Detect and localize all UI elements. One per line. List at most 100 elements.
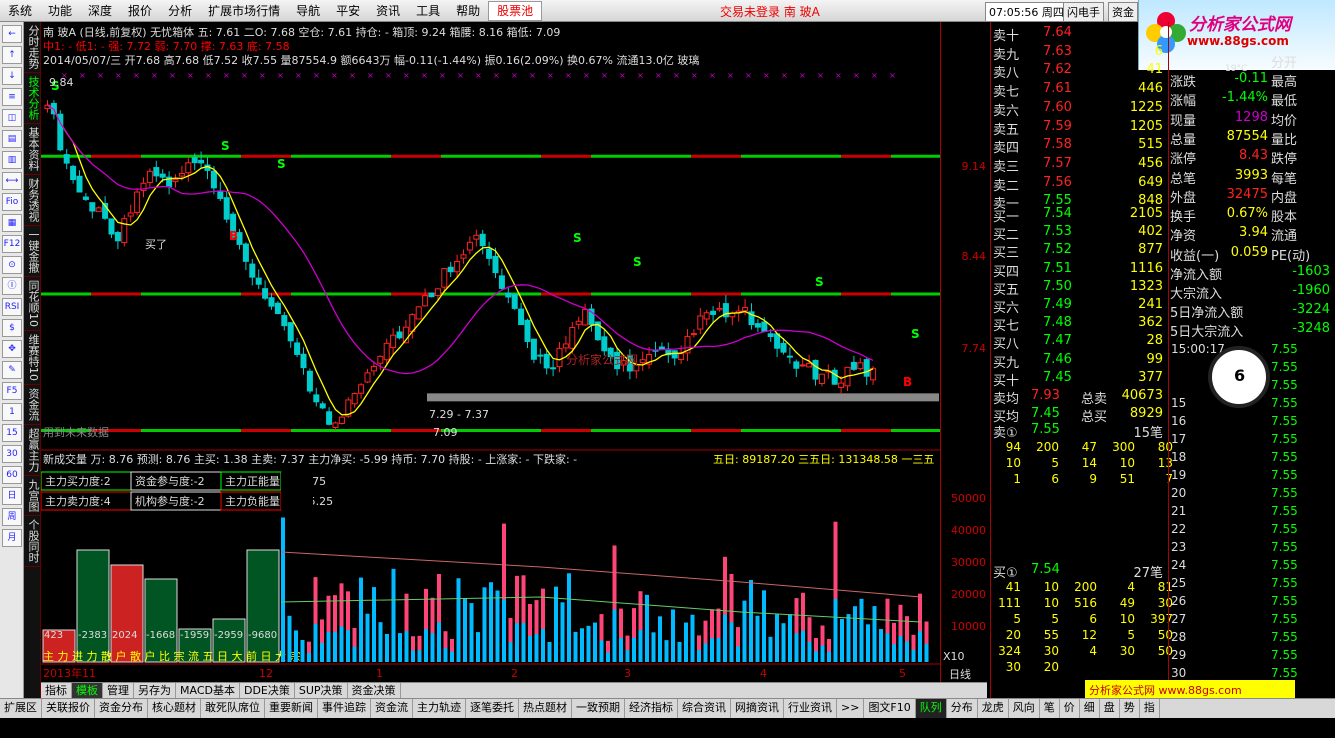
toolbar-icon-0[interactable]: ← xyxy=(2,25,22,43)
fund-button[interactable]: 资金 xyxy=(1108,2,1138,22)
bottom-tab-26[interactable]: 势 xyxy=(1120,699,1140,718)
bottom-tab-17[interactable]: 图文F10 xyxy=(864,699,916,718)
toolbar-icon-4[interactable]: ◫ xyxy=(2,109,22,127)
indicator-tab-1[interactable]: 模板 xyxy=(72,683,103,698)
toolbar-icon-2[interactable]: ↓ xyxy=(2,67,22,85)
toolbar-icon-11[interactable]: ⊙ xyxy=(2,256,22,274)
menu-item-4[interactable]: 分析 xyxy=(160,0,200,22)
menu-item-1[interactable]: 功能 xyxy=(40,0,80,22)
bottom-tab-3[interactable]: 核心题材 xyxy=(148,699,201,718)
side-tab-1[interactable]: 技术分析 xyxy=(24,73,41,124)
bottom-tab-27[interactable]: 指 xyxy=(1140,699,1160,718)
book-row[interactable]: 买五 7.50 1323 xyxy=(991,279,1167,298)
indicator-tab-0[interactable]: 指标 xyxy=(41,683,72,698)
bottom-tab-22[interactable]: 笔 xyxy=(1040,699,1060,718)
bottom-tab-19[interactable]: 分布 xyxy=(947,699,978,718)
menu-item-6[interactable]: 导航 xyxy=(288,0,328,22)
menu-item-9[interactable]: 工具 xyxy=(408,0,448,22)
bottom-tab-0[interactable]: 扩展区 xyxy=(0,699,42,718)
book-row[interactable]: 买三 7.52 877 xyxy=(991,242,1167,261)
toolbar-icon-7[interactable]: ⟷ xyxy=(2,172,22,190)
side-tab-2[interactable]: 基本资料 xyxy=(24,124,41,175)
bottom-tab-13[interactable]: 综合资讯 xyxy=(678,699,731,718)
menu-item-10[interactable]: 帮助 xyxy=(448,0,488,22)
book-row[interactable]: 卖八 7.62 41 xyxy=(991,62,1167,81)
bottom-tab-2[interactable]: 资金分布 xyxy=(95,699,148,718)
book-row[interactable]: 买四 7.51 1116 xyxy=(991,261,1167,280)
toolbar-icon-5[interactable]: ▤ xyxy=(2,130,22,148)
menu-item-2[interactable]: 深度 xyxy=(80,0,120,22)
indicator-tab-3[interactable]: 另存为 xyxy=(134,683,176,698)
side-tab-8[interactable]: 超赢主力 xyxy=(24,425,41,476)
bottom-tab-25[interactable]: 盘 xyxy=(1100,699,1120,718)
side-tab-3[interactable]: 财务透视 xyxy=(24,175,41,226)
menu-item-7[interactable]: 平安 xyxy=(328,0,368,22)
toolbar-icon-22[interactable]: 日 xyxy=(2,487,22,505)
book-row[interactable]: 买七 7.48 362 xyxy=(991,315,1167,334)
toolbar-icon-20[interactable]: 30 xyxy=(2,445,22,463)
bottom-tab-20[interactable]: 龙虎 xyxy=(978,699,1009,718)
book-row[interactable]: 买十 7.45 377 xyxy=(991,370,1167,389)
book-row[interactable]: 买一 7.54 2105 xyxy=(991,206,1167,225)
toolbar-icon-16[interactable]: ✎ xyxy=(2,361,22,379)
book-row[interactable]: 卖十 7.64 xyxy=(991,25,1167,44)
menu-item-8[interactable]: 资讯 xyxy=(368,0,408,22)
side-tab-4[interactable]: 一键金撤 xyxy=(24,226,41,277)
book-row[interactable]: 卖二 7.56 649 xyxy=(991,175,1167,194)
toolbar-icon-13[interactable]: RSI xyxy=(2,298,22,316)
book-row[interactable]: 买九 7.46 99 xyxy=(991,352,1167,371)
bottom-tab-9[interactable]: 逐笔委托 xyxy=(466,699,519,718)
indicator-tab-7[interactable]: 资金决策 xyxy=(348,683,401,698)
side-tab-6[interactable]: 维赛特10 xyxy=(24,331,41,385)
toolbar-icon-1[interactable]: ↑ xyxy=(2,46,22,64)
menu-stock-pool[interactable]: 股票池 xyxy=(488,0,543,21)
bottom-tab-18[interactable]: 队列 xyxy=(915,699,947,718)
bottom-tab-7[interactable]: 资金流 xyxy=(371,699,413,718)
book-row[interactable]: 买八 7.47 28 xyxy=(991,333,1167,352)
toolbar-icon-15[interactable]: ✥ xyxy=(2,340,22,358)
menu-item-3[interactable]: 报价 xyxy=(120,0,160,22)
flash-trade-button[interactable]: 闪电手 xyxy=(1063,2,1104,22)
toolbar-icon-17[interactable]: F5 xyxy=(2,382,22,400)
bottom-tab-6[interactable]: 事件追踪 xyxy=(318,699,371,718)
bottom-tab-4[interactable]: 敢死队席位 xyxy=(201,699,265,718)
book-row[interactable]: 卖九 7.63 6 xyxy=(991,44,1167,63)
toolbar-icon-23[interactable]: 周 xyxy=(2,508,22,526)
bottom-tab-15[interactable]: 行业资讯 xyxy=(784,699,837,718)
book-row[interactable]: 买六 7.49 241 xyxy=(991,297,1167,316)
bottom-tab-1[interactable]: 关联报价 xyxy=(42,699,95,718)
toolbar-icon-18[interactable]: 1 xyxy=(2,403,22,421)
book-row[interactable]: 卖四 7.58 515 xyxy=(991,137,1167,156)
toolbar-icon-8[interactable]: Fio xyxy=(2,193,22,211)
bottom-tab-24[interactable]: 细 xyxy=(1080,699,1100,718)
bottom-tab-12[interactable]: 经济指标 xyxy=(625,699,678,718)
menu-item-5[interactable]: 扩展市场行情 xyxy=(200,0,288,22)
toolbar-icon-9[interactable]: ▦ xyxy=(2,214,22,232)
toolbar-icon-3[interactable]: ≡ xyxy=(2,88,22,106)
side-tab-7[interactable]: 资金流 xyxy=(24,385,41,425)
book-row[interactable]: 卖六 7.60 1225 xyxy=(991,100,1167,119)
side-tab-0[interactable]: 分时走势 xyxy=(24,22,41,73)
bottom-tab-10[interactable]: 热点题材 xyxy=(519,699,572,718)
side-tab-10[interactable]: 个股同时 xyxy=(24,516,41,567)
menu-item-0[interactable]: 系统 xyxy=(0,0,40,22)
bottom-tab-23[interactable]: 价 xyxy=(1060,699,1080,718)
bottom-tab-14[interactable]: 网摘资讯 xyxy=(731,699,784,718)
toolbar-icon-10[interactable]: F12 xyxy=(2,235,22,253)
indicator-tab-5[interactable]: DDE决策 xyxy=(240,683,295,698)
kline-chart[interactable]: 南 玻A (日线,前复权) 无忧箱体 五: 7.61 二O: 7.68 空仓: … xyxy=(41,22,940,682)
toolbar-icon-19[interactable]: 15 xyxy=(2,424,22,442)
indicator-tab-2[interactable]: 管理 xyxy=(103,683,134,698)
book-row[interactable]: 卖三 7.57 456 xyxy=(991,156,1167,175)
indicator-tab-6[interactable]: SUP决策 xyxy=(295,683,348,698)
toolbar-icon-21[interactable]: 60 xyxy=(2,466,22,484)
book-row[interactable]: 买二 7.53 402 xyxy=(991,224,1167,243)
bottom-tab-16[interactable]: >> xyxy=(837,699,865,718)
toolbar-icon-12[interactable]: Ⓘ xyxy=(2,277,22,295)
bottom-tab-21[interactable]: 风向 xyxy=(1009,699,1040,718)
toolbar-icon-6[interactable]: ▥ xyxy=(2,151,22,169)
side-tab-9[interactable]: 九宫图 xyxy=(24,476,41,516)
toolbar-icon-24[interactable]: 月 xyxy=(2,529,22,547)
indicator-tab-4[interactable]: MACD基本 xyxy=(176,683,240,698)
bottom-tab-11[interactable]: 一致预期 xyxy=(572,699,625,718)
